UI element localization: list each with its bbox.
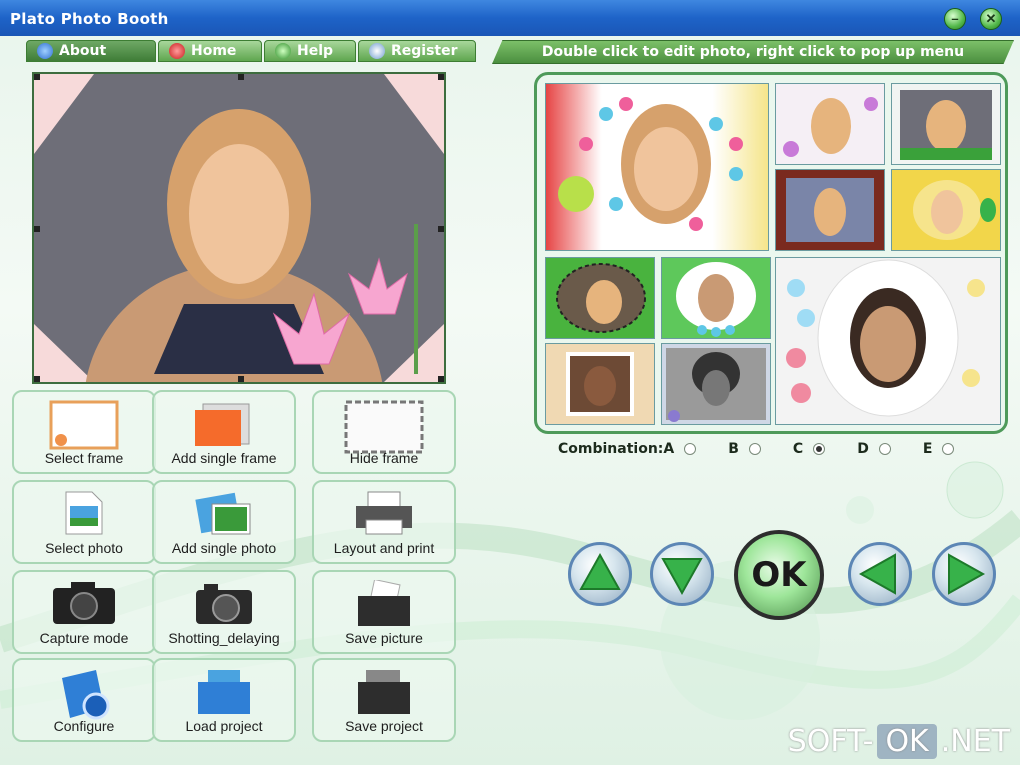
home-icon <box>169 43 185 59</box>
tab-help-label: Help <box>297 43 334 59</box>
globe-icon <box>275 43 291 59</box>
folder-picture-icon <box>358 580 410 626</box>
photo-frame-image <box>34 74 444 382</box>
move-down-button[interactable] <box>650 542 714 606</box>
move-right-button[interactable] <box>932 542 996 606</box>
combination-radio-e[interactable] <box>942 443 955 455</box>
combination-radio-a[interactable] <box>684 443 697 455</box>
frame-thumbnail[interactable] <box>775 83 885 165</box>
configure-button[interactable]: Configure <box>12 658 156 742</box>
hide-frame-button[interactable]: Hide frame <box>312 390 456 474</box>
combination-selector: Combination:A B C D E <box>558 440 976 458</box>
frame-thumbnail[interactable] <box>661 257 771 339</box>
photos-icon <box>195 492 251 535</box>
load-project-button[interactable]: Load project <box>152 658 296 742</box>
folder-open-icon <box>198 670 250 714</box>
move-up-button[interactable] <box>568 542 632 606</box>
window-title: Plato Photo Booth <box>10 10 169 28</box>
combination-radio-c[interactable] <box>813 443 826 455</box>
arrow-right-icon <box>948 553 986 595</box>
layout-and-print-button[interactable]: Layout and print <box>312 480 456 564</box>
shotting-delaying-button[interactable]: Shotting_delaying <box>152 570 296 654</box>
frame-icon <box>49 400 119 450</box>
layout-and-print-label: Layout and print <box>333 540 435 556</box>
camera-icon <box>53 582 115 624</box>
resize-handle[interactable] <box>238 74 244 80</box>
save-project-label: Save project <box>345 718 423 734</box>
frame-stack-icon <box>195 403 250 446</box>
resize-handle[interactable] <box>438 74 444 80</box>
title-bar: Plato Photo Booth – ✕ <box>0 0 1020 36</box>
main-photo-preview[interactable] <box>32 72 446 384</box>
photo-file-icon <box>65 491 103 535</box>
frame-thumbnail[interactable] <box>545 83 769 251</box>
tab-about[interactable]: About <box>26 40 156 62</box>
load-project-label: Load project <box>185 718 263 734</box>
select-frame-label: Select frame <box>44 450 124 466</box>
nav-bar: About Home Help Register Double click to… <box>8 40 1014 64</box>
frame-thumbnail[interactable] <box>891 169 1001 251</box>
hide-frame-label: Hide frame <box>349 450 419 466</box>
tab-about-label: About <box>59 43 107 59</box>
watermark: SOFT- OK .NET <box>787 724 1010 759</box>
tab-register-label: Register <box>391 43 458 59</box>
resize-handle[interactable] <box>438 376 444 382</box>
combination-option-d: D <box>857 441 869 457</box>
add-single-frame-label: Add single frame <box>171 450 277 466</box>
hint-banner: Double click to edit photo, right click … <box>492 40 1014 64</box>
hide-frame-icon <box>344 400 424 454</box>
combination-radio-d[interactable] <box>878 443 891 455</box>
tab-help[interactable]: Help <box>264 40 356 62</box>
frame-thumbnail[interactable] <box>775 169 885 251</box>
tab-home-label: Home <box>191 43 237 59</box>
resize-handle[interactable] <box>34 376 40 382</box>
frame-thumbnail[interactable] <box>661 343 771 425</box>
frame-thumbnail[interactable] <box>775 257 1001 425</box>
minimize-button[interactable]: – <box>944 8 966 30</box>
close-button[interactable]: ✕ <box>980 8 1002 30</box>
frame-thumbnail[interactable] <box>891 83 1001 165</box>
resize-handle[interactable] <box>438 226 444 232</box>
arrow-down-icon <box>661 558 703 596</box>
select-photo-label: Select photo <box>45 540 123 556</box>
arrow-up-icon <box>579 552 621 590</box>
camera-timer-icon <box>196 584 252 624</box>
configure-gear-icon <box>62 670 110 720</box>
combination-option-b: B <box>728 441 739 457</box>
save-picture-label: Save picture <box>345 630 423 646</box>
resize-handle[interactable] <box>34 226 40 232</box>
frame-thumbnail[interactable] <box>545 343 655 425</box>
tab-register[interactable]: Register <box>358 40 476 62</box>
save-project-button[interactable]: Save project <box>312 658 456 742</box>
printer-icon <box>356 491 412 535</box>
arrow-left-icon <box>858 553 896 595</box>
combination-radio-b[interactable] <box>748 443 761 455</box>
move-left-button[interactable] <box>848 542 912 606</box>
combination-option-c: C <box>792 441 804 457</box>
add-single-photo-label: Add single photo <box>171 540 277 556</box>
tab-home[interactable]: Home <box>158 40 262 62</box>
shotting-delaying-label: Shotting_delaying <box>168 630 280 646</box>
add-single-frame-button[interactable]: Add single frame <box>152 390 296 474</box>
select-photo-button[interactable]: Select photo <box>12 480 156 564</box>
save-picture-button[interactable]: Save picture <box>312 570 456 654</box>
combination-option-e: E <box>922 441 933 457</box>
star-icon <box>369 43 385 59</box>
frame-thumbnail[interactable] <box>545 257 655 339</box>
select-frame-button[interactable]: Select frame <box>12 390 156 474</box>
capture-mode-button[interactable]: Capture mode <box>12 570 156 654</box>
resize-handle[interactable] <box>34 74 40 80</box>
add-single-photo-button[interactable]: Add single photo <box>152 480 296 564</box>
capture-mode-label: Capture mode <box>39 630 129 646</box>
combination-label: Combination:A <box>558 441 675 457</box>
ok-button[interactable]: OK <box>734 530 824 620</box>
frame-gallery <box>534 72 1008 434</box>
folder-save-icon <box>358 670 410 714</box>
configure-label: Configure <box>53 718 115 734</box>
info-icon <box>37 43 53 59</box>
resize-handle[interactable] <box>238 376 244 382</box>
